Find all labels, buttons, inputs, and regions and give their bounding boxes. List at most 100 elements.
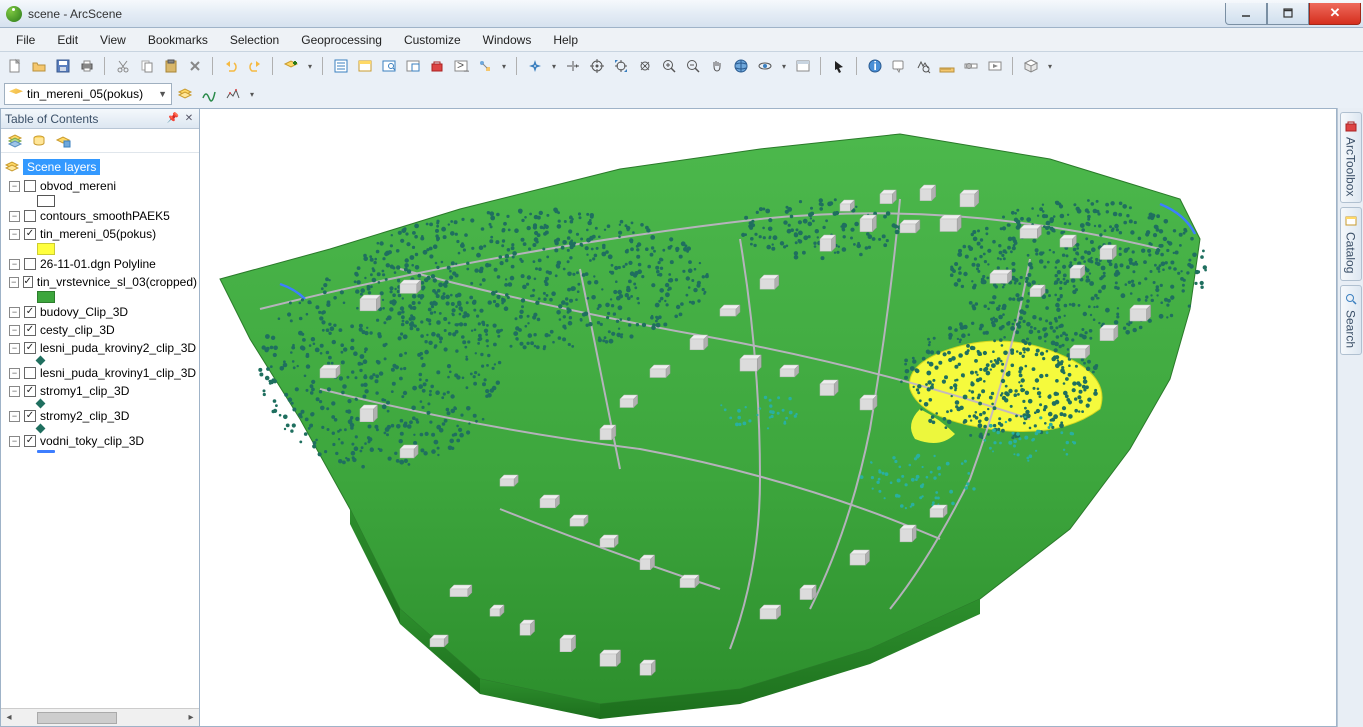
find-icon[interactable] bbox=[912, 55, 934, 77]
expand-toggle[interactable]: − bbox=[9, 211, 20, 222]
expand-toggle[interactable]: − bbox=[9, 259, 20, 270]
add-data-icon[interactable] bbox=[280, 55, 302, 77]
save-icon[interactable] bbox=[52, 55, 74, 77]
layer-checkbox[interactable]: ✓ bbox=[24, 435, 36, 447]
layer-name[interactable]: vodni_toky_clip_3D bbox=[40, 434, 144, 448]
layer-name[interactable]: cesty_clip_3D bbox=[40, 323, 115, 337]
profile-icon[interactable] bbox=[222, 83, 244, 105]
layer-checkbox[interactable]: ✓ bbox=[24, 385, 36, 397]
layer-checkbox[interactable] bbox=[24, 367, 36, 379]
toc-scrollbar[interactable]: ◂ ▸ bbox=[1, 708, 199, 726]
catalog-window-icon[interactable] bbox=[354, 55, 376, 77]
expand-toggle[interactable]: − bbox=[9, 181, 20, 192]
3d-effects-dropdown[interactable] bbox=[1044, 55, 1056, 77]
fly-icon[interactable] bbox=[562, 55, 584, 77]
expand-toggle[interactable]: − bbox=[9, 411, 20, 422]
new-icon[interactable] bbox=[4, 55, 26, 77]
add-data-dropdown[interactable] bbox=[304, 55, 316, 77]
layer-checkbox[interactable] bbox=[24, 258, 36, 270]
layer-checkbox[interactable] bbox=[24, 180, 36, 192]
orbit-icon[interactable] bbox=[754, 55, 776, 77]
redo-icon[interactable] bbox=[244, 55, 266, 77]
print-icon[interactable] bbox=[76, 55, 98, 77]
viewer-window-icon[interactable] bbox=[792, 55, 814, 77]
menu-customize[interactable]: Customize bbox=[394, 30, 471, 50]
toc-icon[interactable] bbox=[330, 55, 352, 77]
menu-edit[interactable]: Edit bbox=[47, 30, 88, 50]
close-panel-icon[interactable]: ✕ bbox=[183, 113, 195, 125]
close-button[interactable]: ✕ bbox=[1309, 3, 1361, 25]
center-target-icon[interactable] bbox=[586, 55, 608, 77]
layer-name[interactable]: lesni_puda_kroviny1_clip_3D bbox=[40, 366, 196, 380]
list-by-selection-icon[interactable] bbox=[53, 131, 73, 151]
undo-icon[interactable] bbox=[220, 55, 242, 77]
zoom-to-target-icon[interactable] bbox=[610, 55, 632, 77]
menu-windows[interactable]: Windows bbox=[473, 30, 542, 50]
modelbuilder-dropdown[interactable] bbox=[498, 55, 510, 77]
zoom-out-icon[interactable] bbox=[682, 55, 704, 77]
pin-icon[interactable]: 📌 bbox=[167, 113, 179, 125]
orbit-dropdown[interactable] bbox=[778, 55, 790, 77]
menu-view[interactable]: View bbox=[90, 30, 136, 50]
toc-root[interactable]: Scene layers bbox=[3, 157, 197, 177]
expand-toggle[interactable]: − bbox=[9, 229, 20, 240]
navigate-icon[interactable] bbox=[524, 55, 546, 77]
navigate-dropdown[interactable] bbox=[548, 55, 560, 77]
html-popup-icon[interactable] bbox=[888, 55, 910, 77]
expand-toggle[interactable]: − bbox=[9, 368, 20, 379]
time-slider-icon[interactable] bbox=[960, 55, 982, 77]
paste-icon[interactable] bbox=[160, 55, 182, 77]
expand-toggle[interactable]: − bbox=[9, 386, 20, 397]
source-icon[interactable] bbox=[174, 83, 196, 105]
interpolate-icon[interactable] bbox=[198, 83, 220, 105]
open-icon[interactable] bbox=[28, 55, 50, 77]
zoom-in-icon[interactable] bbox=[658, 55, 680, 77]
select-icon[interactable] bbox=[828, 55, 850, 77]
search-tab[interactable]: Search bbox=[1340, 285, 1362, 355]
layer-checkbox[interactable]: ✓ bbox=[24, 306, 36, 318]
sub-window-icon[interactable] bbox=[402, 55, 424, 77]
search-window-icon[interactable] bbox=[378, 55, 400, 77]
layer-checkbox[interactable]: ✓ bbox=[23, 276, 33, 288]
delete-icon[interactable] bbox=[184, 55, 206, 77]
identify-icon[interactable]: i bbox=[864, 55, 886, 77]
minimize-button[interactable] bbox=[1225, 3, 1267, 25]
expand-toggle[interactable]: − bbox=[9, 325, 20, 336]
layer-name[interactable]: budovy_Clip_3D bbox=[40, 305, 128, 319]
layer-checkbox[interactable]: ✓ bbox=[24, 324, 36, 336]
set-observer-icon[interactable] bbox=[634, 55, 656, 77]
toolbox-icon[interactable] bbox=[426, 55, 448, 77]
list-by-drawing-icon[interactable] bbox=[5, 131, 25, 151]
layer-name[interactable]: lesni_puda_kroviny2_clip_3D bbox=[40, 341, 196, 355]
expand-toggle[interactable]: − bbox=[9, 343, 20, 354]
animation-icon[interactable] bbox=[984, 55, 1006, 77]
layer-checkbox[interactable]: ✓ bbox=[24, 342, 36, 354]
layer-name[interactable]: stromy1_clip_3D bbox=[40, 384, 129, 398]
3d-effects-icon[interactable] bbox=[1020, 55, 1042, 77]
scroll-right-icon[interactable]: ▸ bbox=[183, 712, 199, 723]
layer-name[interactable]: obvod_mereni bbox=[40, 179, 116, 193]
expand-toggle[interactable]: − bbox=[9, 277, 19, 288]
cut-icon[interactable] bbox=[112, 55, 134, 77]
menu-selection[interactable]: Selection bbox=[220, 30, 289, 50]
expand-toggle[interactable]: − bbox=[9, 436, 20, 447]
layer-name[interactable]: stromy2_clip_3D bbox=[40, 409, 129, 423]
menu-bookmarks[interactable]: Bookmarks bbox=[138, 30, 218, 50]
layer-name[interactable]: contours_smoothPAEK5 bbox=[40, 209, 170, 223]
list-by-source-icon[interactable] bbox=[29, 131, 49, 151]
menu-geoprocessing[interactable]: Geoprocessing bbox=[291, 30, 392, 50]
pan-icon[interactable] bbox=[706, 55, 728, 77]
layer-name[interactable]: tin_vrstevnice_sl_03(cropped) bbox=[37, 275, 197, 289]
arctoolbox-tab[interactable]: ArcToolbox bbox=[1340, 112, 1362, 203]
scroll-thumb[interactable] bbox=[37, 712, 117, 724]
scroll-left-icon[interactable]: ◂ bbox=[1, 712, 17, 723]
full-extent-icon[interactable] bbox=[730, 55, 752, 77]
catalog-tab[interactable]: Catalog bbox=[1340, 207, 1362, 280]
modelbuilder-icon[interactable] bbox=[474, 55, 496, 77]
expand-toggle[interactable]: − bbox=[9, 307, 20, 318]
layer-name[interactable]: 26-11-01.dgn Polyline bbox=[40, 257, 156, 271]
layer-combo[interactable]: tin_mereni_05(pokus) ▼ bbox=[4, 83, 172, 105]
measure-icon[interactable] bbox=[936, 55, 958, 77]
profile-dropdown[interactable] bbox=[246, 83, 258, 105]
layer-checkbox[interactable]: ✓ bbox=[24, 410, 36, 422]
